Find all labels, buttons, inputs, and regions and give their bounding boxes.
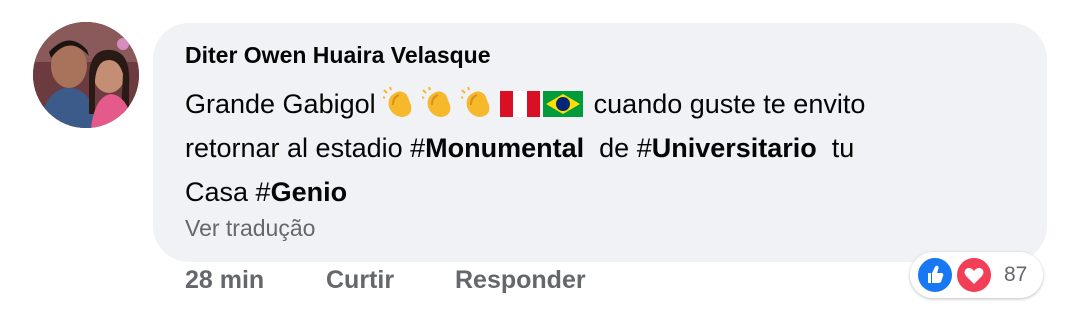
reply-button[interactable]: Responder <box>455 266 586 295</box>
peru-flag-icon <box>500 91 541 117</box>
avatar[interactable] <box>33 22 139 128</box>
like-button[interactable]: Curtir <box>326 266 394 295</box>
reactions-summary[interactable]: 87 <box>910 252 1043 298</box>
hashtag-text: Genio <box>270 177 348 207</box>
comment-line-3: Casa #Genio <box>185 170 1035 214</box>
clapping-hands-icon <box>461 87 490 117</box>
comment-author[interactable]: Diter Owen Huaira Velasque <box>185 42 491 69</box>
hash-symbol: # <box>255 177 271 207</box>
reaction-count: 87 <box>1004 263 1028 286</box>
like-icon <box>916 256 954 294</box>
comment-text-part: retornar al estadio <box>185 133 411 163</box>
avatar-photo <box>33 22 139 128</box>
comment-text-part: tu <box>816 133 855 163</box>
comment-line-1: Grande Gabigol cuando guste te envito <box>185 82 1035 126</box>
hashtag-genio[interactable]: #Genio <box>256 177 348 207</box>
hash-symbol: # <box>410 133 426 163</box>
comment-text: Grande Gabigol cuando guste te envito re… <box>185 82 1035 214</box>
brazil-flag-icon <box>543 91 584 117</box>
comment-line-2: retornar al estadio #Monumental de #Univ… <box>185 126 1035 170</box>
see-translation-link[interactable]: Ver tradução <box>185 215 315 242</box>
love-icon <box>955 256 993 294</box>
comment-text-part: cuando guste te envito <box>593 89 866 119</box>
comment-text-part: Grande Gabigol <box>185 89 376 119</box>
hash-symbol: # <box>636 133 652 163</box>
hashtag-text: Universitario <box>651 133 817 163</box>
comment-text-part: Casa <box>185 177 256 207</box>
clapping-hands-icon <box>422 87 451 117</box>
clapping-hands-icon <box>383 87 412 117</box>
hashtag-text: Monumental <box>425 133 585 163</box>
hashtag-universitario[interactable]: #Universitario <box>637 133 817 163</box>
hashtag-monumental[interactable]: #Monumental <box>410 133 584 163</box>
comment-timestamp[interactable]: 28 min <box>185 266 264 295</box>
comment-text-part: de <box>584 133 637 163</box>
